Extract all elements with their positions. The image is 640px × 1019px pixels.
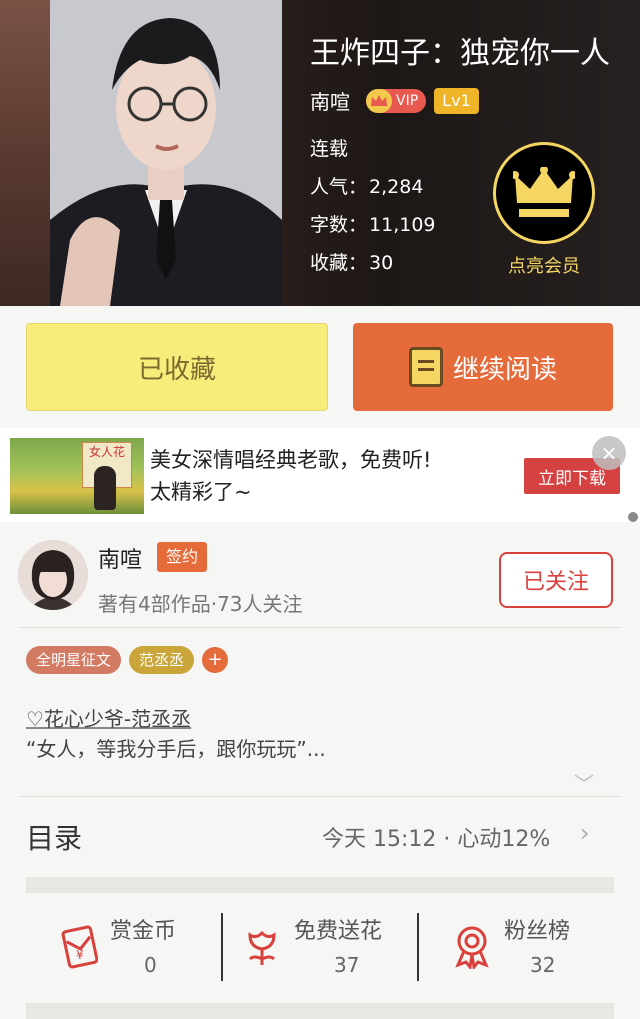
follow-button[interactable]: 已关注	[499, 552, 613, 608]
tag-list: 全明星征文 范丞丞 +	[26, 646, 229, 674]
header-blur-background	[0, 0, 55, 306]
book-header: 王炸四子：独宠你一人 南喧 VIP Lv1 连载 人气： 2,284 字数： 11,…	[0, 0, 640, 306]
support-stats: ¥ 赏金币 0 免费送花 37 粉丝榜 32	[0, 893, 640, 1003]
ad-banner[interactable]: 女人花 美女深情唱经典老歌，免费听! 太精彩了~ 立即下载 ×	[0, 428, 640, 522]
action-bar: 已收藏 继续阅读	[0, 306, 640, 428]
chevron-down-icon[interactable]: ﹀	[574, 768, 594, 797]
serial-status: 连载	[310, 138, 349, 160]
ad-line-2: 太精彩了~	[150, 480, 252, 504]
chevron-right-icon: ›	[580, 819, 590, 847]
word-count-value: 11,109	[369, 214, 436, 236]
favorites-value: 30	[369, 252, 394, 274]
ad-line-1: 美女深情唱经典老歌，免费听!	[150, 448, 432, 472]
divider	[417, 913, 419, 981]
section-separator	[26, 877, 614, 893]
collected-button[interactable]: 已收藏	[26, 323, 328, 411]
divider	[221, 913, 223, 981]
fan-ranking-count: 32	[530, 953, 556, 977]
crown-icon	[366, 88, 392, 113]
reward-coins-button[interactable]: ¥ 赏金币 0	[58, 913, 258, 983]
word-count-stat: 字数： 11,109	[310, 210, 436, 237]
free-flower-button[interactable]: 免费送花 37	[242, 913, 442, 983]
reward-coins-count: 0	[144, 953, 157, 977]
author-section: 南喧 签约 著有4部作品·73人关注 已关注	[0, 522, 640, 628]
book-title: 王炸四子：独宠你一人	[310, 36, 610, 71]
author-line: 南喧 VIP Lv1	[310, 86, 479, 115]
signed-badge: 签约	[157, 542, 208, 572]
free-flower-label: 免费送花	[294, 919, 383, 944]
close-icon[interactable]: ×	[592, 436, 626, 470]
level-badge[interactable]: Lv1	[434, 87, 479, 114]
ad-marker-icon	[628, 512, 638, 522]
cover-portrait-illustration	[50, 0, 282, 306]
fan-ranking-label: 粉丝榜	[504, 919, 571, 944]
book-blurb[interactable]: ♡花心少爷-范丞丞 “女人，等我分手后，跟你玩玩”...	[26, 704, 326, 764]
crown-icon	[493, 142, 595, 244]
header-author-name[interactable]: 南喧	[310, 86, 350, 115]
ad-text[interactable]: 美女深情唱经典老歌，免费听! 太精彩了~	[150, 444, 431, 508]
author-name[interactable]: 南喧	[98, 542, 142, 574]
svg-text:¥: ¥	[76, 948, 84, 962]
author-meta: 著有4部作品·73人关注	[98, 592, 303, 616]
book-cover-image[interactable]	[50, 0, 282, 306]
ad-image-figure	[94, 466, 116, 510]
favorites-label: 收藏：	[310, 252, 368, 274]
favorites-stat: 收藏： 30	[310, 248, 393, 275]
vip-label: VIP	[396, 92, 419, 109]
flower-icon	[248, 930, 276, 965]
red-envelope-icon: ¥	[61, 925, 98, 969]
blurb-line-2: “女人，等我分手后，跟你玩玩”...	[26, 737, 326, 761]
popularity-stat: 人气： 2,284	[310, 172, 423, 199]
popularity-value: 2,284	[369, 176, 424, 198]
catalog-label: 目录	[26, 822, 83, 855]
free-flower-count: 37	[334, 953, 360, 977]
avatar[interactable]	[18, 540, 88, 610]
reward-coins-label: 赏金币	[110, 919, 177, 944]
medal-icon	[455, 926, 489, 969]
book-icon	[408, 347, 443, 387]
catalog-update-info: 今天 15:12 · 心动12%	[322, 827, 551, 852]
add-tag-button[interactable]: +	[202, 647, 229, 673]
continue-reading-button[interactable]: 继续阅读	[353, 323, 613, 411]
member-label: 点亮会员	[508, 256, 580, 277]
ad-image[interactable]: 女人花	[10, 438, 144, 514]
popularity-label: 人气：	[310, 176, 368, 198]
divider	[18, 627, 622, 628]
blurb-line-1: ♡花心少爷-范丞丞	[26, 707, 192, 731]
continue-reading-label: 继续阅读	[452, 354, 557, 385]
word-count-label: 字数：	[310, 214, 368, 236]
light-member-button[interactable]: 点亮会员	[492, 142, 596, 278]
section-separator	[26, 1003, 614, 1019]
tag-fan-chengcheng[interactable]: 范丞丞	[129, 646, 195, 674]
catalog-row[interactable]: 目录 今天 15:12 · 心动12% ›	[0, 797, 640, 877]
vip-badge[interactable]: VIP	[366, 88, 427, 113]
tag-all-star-contest[interactable]: 全明星征文	[26, 646, 122, 674]
fan-ranking-button[interactable]: 粉丝榜 32	[452, 913, 640, 983]
